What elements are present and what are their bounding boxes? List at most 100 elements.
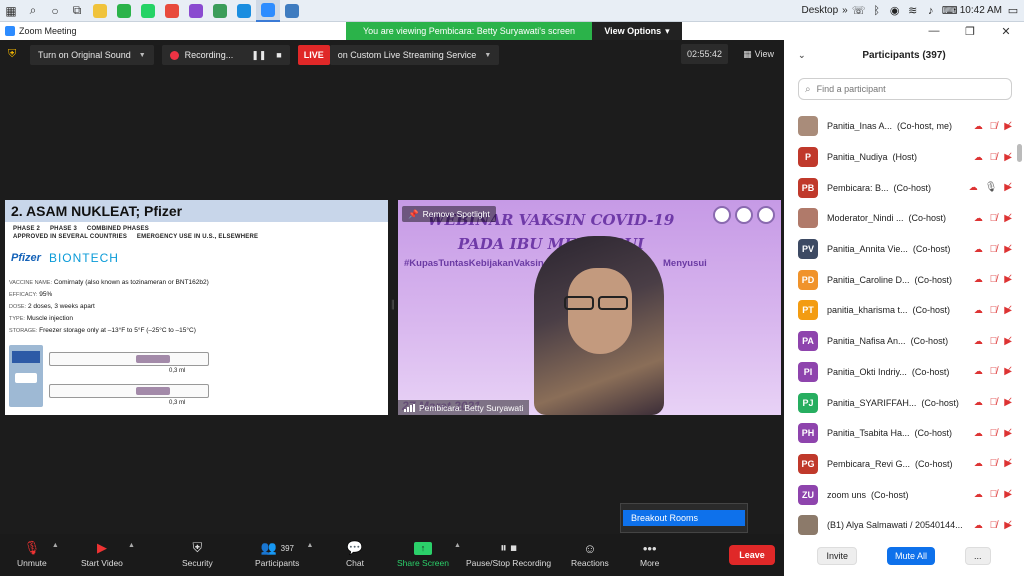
close-icon[interactable]: ✕ — [988, 22, 1024, 40]
edge-icon[interactable] — [232, 0, 256, 22]
share-screen-label: Share Screen — [397, 558, 449, 568]
unmute-button[interactable]: 🎙 Unmute ▲ — [17, 538, 59, 568]
muted-mic-icon[interactable]: 🎙̸ — [990, 428, 998, 439]
notification-icon[interactable]: ▭ — [1006, 4, 1020, 17]
muted-mic-icon: 🎙 — [23, 540, 41, 555]
muted-mic-icon[interactable]: 🎙̸ — [990, 336, 998, 347]
participant-row[interactable]: PA Panitia_Nafisa An... (Co-host) ☁ 🎙̸ ▶̸ — [784, 326, 1016, 357]
vaccine-detail-row: STORAGE: Freezer storage only at –13°F t… — [9, 325, 388, 337]
participant-name: Panitia_Annita Vie... — [827, 244, 908, 255]
chevron-up-icon[interactable]: ▲ — [128, 542, 135, 549]
participant-row[interactable]: Moderator_Nindi ... (Co-host) ☁ 🎙̸ ▶̸ — [784, 203, 1016, 234]
muted-mic-icon[interactable]: 🎙̸ — [990, 520, 998, 531]
invite-button[interactable]: Invite — [817, 547, 857, 565]
mic-icon[interactable]: 🎙 — [985, 182, 998, 193]
muted-mic-icon[interactable]: 🎙̸ — [990, 213, 998, 224]
participant-row[interactable]: PI Panitia_Okti Indriy... (Co-host) ☁ 🎙̸ ▶̸ — [784, 357, 1016, 388]
chevron-down-icon[interactable]: ⌄ — [798, 50, 806, 61]
view-options-button[interactable]: View Options ▾ — [592, 22, 682, 40]
muted-mic-icon[interactable]: 🎙̸ — [990, 489, 998, 500]
muted-mic-icon[interactable]: 🎙̸ — [990, 274, 998, 285]
splitter-handle[interactable]: ║ — [390, 300, 396, 314]
restore-icon[interactable]: ❐ — [952, 22, 988, 40]
participant-status-icons: ☁ 🎙̸ ▶̸ — [974, 397, 1012, 408]
original-sound-label: Turn on Original Sound — [38, 50, 131, 60]
photos-icon[interactable] — [280, 0, 304, 22]
avatar: PT — [798, 300, 818, 321]
participant-role: (Co-host) — [921, 397, 959, 408]
chevron-up-icon[interactable]: ▲ — [52, 542, 59, 549]
breakout-rooms-item[interactable]: Breakout Rooms — [623, 510, 745, 526]
chevron-up-icon[interactable]: ▲ — [454, 542, 461, 549]
muted-mic-icon[interactable]: 🎙̸ — [990, 366, 998, 377]
muted-mic-icon[interactable]: 🎙̸ — [990, 121, 998, 132]
participant-row[interactable]: P Panitia_Nudiya (Host) ☁ 🎙̸ ▶̸ — [784, 142, 1016, 173]
mute-all-button[interactable]: Mute All — [886, 547, 935, 565]
leave-button[interactable]: Leave — [729, 545, 775, 565]
file-explorer-icon[interactable] — [88, 0, 112, 22]
tray-overflow-icon[interactable]: » — [842, 5, 848, 16]
chevron-down-icon[interactable]: ▼ — [484, 52, 491, 59]
view-button[interactable]: ▦ View — [743, 44, 774, 64]
cortana-icon[interactable]: ○ — [44, 0, 66, 22]
participant-search[interactable]: ⌕ — [798, 78, 1012, 100]
keyboard-icon[interactable]: ⌨ — [942, 4, 958, 17]
android-messages-icon[interactable] — [112, 0, 136, 22]
participant-row[interactable]: PH Panitia_Tsabita Ha... (Co-host) ☁ 🎙̸ ▶̸ — [784, 418, 1016, 449]
live-stream-button[interactable]: on Custom Live Streaming Service ▼ — [329, 45, 500, 65]
volume-icon[interactable]: ♪ — [924, 5, 938, 17]
pause-recording-button[interactable]: ⏸ ⏹ Pause/Stop Recording — [466, 538, 551, 568]
minimize-icon[interactable]: — — [916, 22, 952, 40]
wifi-icon[interactable]: ≋ — [906, 4, 920, 17]
desktop-toolbar-label[interactable]: Desktop — [801, 5, 838, 16]
participant-row[interactable]: PJ Panitia_SYARIFFAH... (Co-host) ☁ 🎙̸ ▶̸ — [784, 387, 1016, 418]
chevron-up-icon[interactable]: ▲ — [306, 542, 313, 549]
google-meet-icon[interactable] — [208, 0, 232, 22]
more-button[interactable]: ••• More — [640, 538, 659, 569]
search-icon[interactable]: ⌕ — [22, 0, 44, 22]
detail-key: DOSE: — [9, 304, 27, 310]
zoom-icon[interactable] — [256, 0, 280, 22]
participant-row[interactable]: PB Pembicara: B... (Co-host) ☁ 🎙 ▶̸ — [784, 172, 1016, 203]
participant-row[interactable]: Panitia_Inas A... (Co-host, me) ☁ 🎙̸ ▶̸ — [784, 111, 1016, 142]
onenote-icon[interactable] — [184, 0, 208, 22]
security-button[interactable]: ⛨ Security — [182, 538, 213, 568]
security-shield-icon[interactable]: ⛨ — [8, 48, 22, 62]
bluetooth-icon[interactable]: ᛒ — [870, 5, 884, 17]
tray-app-icon[interactable]: ◉ — [888, 4, 902, 17]
participant-row[interactable]: ZU zoom uns (Co-host) ☁ 🎙̸ ▶̸ — [784, 479, 1016, 510]
scrollbar[interactable] — [1017, 144, 1022, 162]
participant-row[interactable]: PD Panitia_Caroline D... (Co-host) ☁ 🎙̸ ▶̸ — [784, 264, 1016, 295]
muted-mic-icon[interactable]: 🎙̸ — [990, 152, 998, 163]
network-icon[interactable]: ☏ — [852, 4, 866, 17]
muted-mic-icon[interactable]: 🎙̸ — [990, 244, 998, 255]
clock[interactable]: 10:42 AM — [960, 5, 1002, 16]
chat-button[interactable]: 💬 Chat — [346, 538, 364, 568]
start-video-button[interactable]: ▶ Start Video ▲ — [81, 538, 135, 568]
participants-button[interactable]: 👥 397 Participants ▲ — [255, 538, 313, 568]
stop-recording-icon[interactable]: ■ — [276, 50, 281, 60]
participant-row[interactable]: PG Pembicara_Revi G... (Co-host) ☁ 🎙̸ ▶̸ — [784, 449, 1016, 480]
participant-row[interactable]: PT panitia_kharisma t... (Co-host) ☁ 🎙̸ ▶̸ — [784, 295, 1016, 326]
task-view-icon[interactable]: ⧉ — [66, 0, 88, 22]
share-screen-button[interactable]: ↑ Share Screen ▲ — [397, 538, 461, 568]
search-input[interactable] — [816, 84, 997, 94]
muted-mic-icon[interactable]: 🎙̸ — [990, 305, 998, 316]
whatsapp-icon[interactable] — [136, 0, 160, 22]
chrome-icon[interactable] — [160, 0, 184, 22]
muted-mic-icon[interactable]: 🎙̸ — [990, 397, 998, 408]
participant-row[interactable]: PV Panitia_Annita Vie... (Co-host) ☁ 🎙̸ ▶̸ — [784, 234, 1016, 265]
video-off-icon: ▶̸ — [1004, 304, 1012, 316]
remove-spotlight-button[interactable]: 📌 Remove Spotlight — [402, 206, 496, 222]
participant-row[interactable]: (B1) Alya Salmawati / 20540144... ☁ 🎙̸ ▶̸ — [784, 510, 1016, 537]
window-controls: — ❐ ✕ — [916, 22, 1024, 40]
more-options-button[interactable]: ... — [965, 547, 991, 565]
reactions-button[interactable]: ☺ Reactions — [571, 538, 609, 569]
original-sound-button[interactable]: Turn on Original Sound ▼ — [30, 45, 154, 65]
pause-stop-icon: ⏸ ⏹ — [500, 540, 517, 555]
windows-start-icon[interactable]: ▦ — [0, 0, 22, 22]
muted-mic-icon[interactable]: 🎙̸ — [990, 458, 998, 469]
pause-recording-icon[interactable]: ❚❚ — [251, 50, 266, 61]
window-title: Zoom Meeting — [19, 26, 77, 36]
chevron-down-icon[interactable]: ▼ — [139, 52, 146, 59]
